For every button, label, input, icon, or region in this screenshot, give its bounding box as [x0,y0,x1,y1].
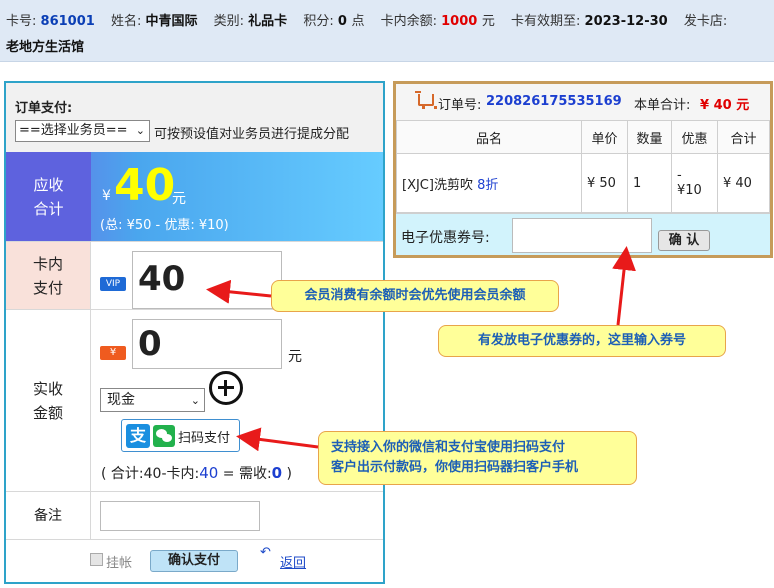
actions-row: 挂帐 确认支付 ↶ 返回 [6,539,383,582]
order-total-label: 本单合计: [634,98,691,113]
column-header: 单价 [581,120,628,154]
note-row: 备注 [6,491,383,539]
coupon-confirm-button[interactable]: 确 认 [658,230,710,251]
staff-hint: 可按预设值对业务员进行提成分配 [154,127,350,142]
column-header: 数量 [627,120,672,154]
table-header-row: 品名 单价 数量 优惠 合计 [396,120,770,154]
member-info-line-1: 卡号: 861001 姓名: 中青国际 类别: 礼品卡 积分: 0 点 卡内余额… [6,10,727,29]
card-type: 礼品卡 [248,14,288,29]
column-header: 品名 [396,120,582,154]
scan-pay-button[interactable]: 支 扫码支付 [121,419,240,452]
on-credit-checkbox[interactable] [90,553,103,566]
chevron-down-icon: ⌄ [190,394,200,407]
payment-panel: 订单支付: ==选择业务员== ⌄ 可按预设值对业务员进行提成分配 应收 合计 ¥… [4,81,385,584]
item-price: ¥ 50 [581,153,628,213]
amount-due-row: 应收 合计 ¥ 40 元 (总: ¥50 - 优惠: ¥10) [6,152,383,241]
coupon-label: 电子优惠券号: [401,230,490,246]
expiry-date: 2023-12-30 [584,14,668,29]
table-row: [XJC]洗剪吹 8折 ¥ 50 1 - ¥10 ¥ 40 [396,153,770,213]
payment-title: 订单支付: [15,101,73,116]
payment-calculation: ( 合计:40-卡内:40 = 需收:0 ) [101,464,293,482]
callout-scan-pay: 支持接入你的微信和支付宝使用扫码支付 客户出示付款码，你使用扫码器扫客户手机 [318,431,637,485]
cash-icon: ¥ [100,346,126,360]
card-no: 861001 [40,14,95,29]
item-discount: - ¥10 [671,153,718,213]
callout-card-balance: 会员消费有余额时会优先使用会员余额 [271,280,559,312]
callout-scan-line-2: 客户出示付款码，你使用扫码器扫客户手机 [331,460,579,475]
order-panel: 订单号: 220826175535169 本单合计: ¥ 40 元 品名 单价 … [393,81,773,258]
cart-icon [415,91,437,109]
back-link[interactable]: 返回 [280,552,306,571]
back-arrow-icon: ↶ [260,545,271,560]
card-no-label: 卡号: [6,14,37,29]
order-no-label: 订单号: [438,98,482,113]
order-total: ¥ 40 元 [700,98,750,113]
wechat-icon [153,425,175,447]
add-icon[interactable] [209,371,243,405]
item-total: ¥ 40 [717,153,770,213]
order-no: 220826175535169 [486,94,622,109]
callout-coupon: 有发放电子优惠券的，这里输入券号 [438,325,726,357]
expiry-label: 卡有效期至: [511,14,581,29]
member-info-bar: 卡号: 861001 姓名: 中青国际 类别: 礼品卡 积分: 0 点 卡内余额… [0,0,774,62]
card-payment-label: 卡内 支付 [6,242,91,309]
on-credit-label: 挂帐 [106,556,133,571]
paid-amount-input[interactable]: 0 [132,319,282,369]
scan-pay-label: 扫码支付 [178,431,231,446]
due-detail: (总: ¥50 - 优惠: ¥10) [100,218,229,233]
staff-select-value: ==选择业务员== [19,123,128,138]
paid-unit: 元 [288,349,302,365]
column-header: 优惠 [671,120,718,154]
vip-icon: VIP [100,277,126,291]
points-label: 积分: [303,14,334,29]
due-amount: 40 [114,160,176,211]
issuer-store: 老地方生活馆 [6,40,85,55]
type-label: 类别: [213,14,245,29]
item-qty: 1 [627,153,672,213]
column-header: 合计 [717,120,770,154]
due-currency: ¥ [102,188,111,204]
payment-method-value: 现金 [107,392,135,408]
card-amount-input[interactable]: 40 [132,251,282,309]
callout-scan-line-1: 支持接入你的微信和支付宝使用扫码支付 [331,440,566,455]
confirm-payment-button[interactable]: 确认支付 [150,550,238,572]
order-header: 订单号: 220826175535169 本单合计: ¥ 40 元 [396,84,770,120]
issuer-label: 发卡店: [683,14,728,29]
chevron-down-icon: ⌄ [135,124,145,137]
item-name: [XJC]洗剪吹 8折 [396,153,582,213]
paid-amount-label: 实收 金额 [6,310,91,491]
order-items-table: 品名 单价 数量 优惠 合计 [XJC]洗剪吹 8折 ¥ 50 1 - ¥10 ¥… [396,120,770,213]
note-input[interactable] [100,501,260,531]
member-name: 中青国际 [145,14,198,29]
coupon-row: 电子优惠券号: 确 认 [396,213,770,255]
note-label: 备注 [6,492,91,539]
member-info-line-2: 老地方生活馆 [6,36,96,55]
balance-value: 1000 元 [441,14,495,29]
points-value: 0 点 [337,14,365,29]
alipay-icon: 支 [126,424,150,448]
name-label: 姓名: [110,14,142,29]
arrow-to-coupon-input [612,246,636,326]
balance-label: 卡内余额: [380,14,437,29]
payment-header: 订单支付: ==选择业务员== ⌄ 可按预设值对业务员进行提成分配 [6,83,383,152]
staff-select[interactable]: ==选择业务员== ⌄ [15,120,150,142]
amount-due-label: 应收 合计 [6,152,91,241]
payment-method-select[interactable]: 现金 ⌄ [100,388,205,412]
due-unit: 元 [172,191,186,207]
coupon-input[interactable] [512,218,652,253]
